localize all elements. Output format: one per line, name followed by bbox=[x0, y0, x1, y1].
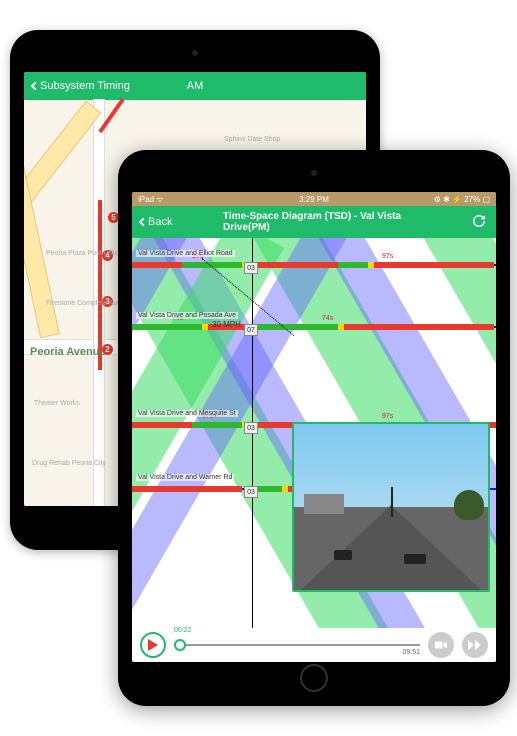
status-bar: iPad ᯤ 3:29 PM ⚙ ✱ ⚡ 27% ▢ bbox=[132, 192, 496, 206]
back-label: Subsystem Timing bbox=[40, 80, 130, 92]
scrubber-knob[interactable] bbox=[174, 639, 186, 651]
cycle-label: 97s bbox=[382, 413, 393, 420]
play-bar: 00:22 09:51 bbox=[132, 628, 496, 662]
status-time: 3:29 PM bbox=[299, 195, 329, 204]
time-current: 00:22 bbox=[174, 627, 192, 634]
status-left: iPad ᯤ bbox=[138, 194, 164, 205]
skip-button[interactable] bbox=[462, 632, 488, 658]
chevron-left-icon bbox=[31, 82, 39, 90]
back-button[interactable]: Back bbox=[140, 216, 172, 228]
avenue-label: Peoria Avenue bbox=[30, 346, 106, 358]
tsd-chart[interactable]: 30 MPH Val Vista Drive and Elliot Road 0… bbox=[132, 238, 496, 628]
camera-icon bbox=[311, 170, 317, 176]
phase-box: 03 bbox=[244, 262, 258, 274]
status-right: ⚙ ✱ ⚡ 27% ▢ bbox=[434, 195, 490, 204]
front-screen: iPad ᯤ 3:29 PM ⚙ ✱ ⚡ 27% ▢ Back Time-Spa… bbox=[132, 192, 496, 662]
play-button[interactable] bbox=[140, 632, 166, 658]
intersection-row: Val Vista Drive and Elliot Road 03 97s 9… bbox=[132, 262, 496, 282]
chevron-left-icon bbox=[139, 218, 147, 226]
phase-box: 03 bbox=[244, 486, 258, 498]
page-title: Time-Space Diagram (TSD) - Val Vista Dri… bbox=[223, 211, 405, 233]
signal-badge[interactable]: 2 bbox=[102, 344, 113, 355]
intersection-label: Val Vista Drive and Elliot Road bbox=[136, 250, 235, 257]
back-title: AM bbox=[187, 80, 204, 92]
refresh-icon bbox=[472, 214, 486, 228]
home-button[interactable] bbox=[300, 664, 328, 692]
phase-box: 03 bbox=[244, 422, 258, 434]
map-highway bbox=[24, 79, 59, 337]
back-button[interactable]: Subsystem Timing bbox=[32, 80, 130, 92]
intersection-label: Val Vista Drive and Posada Ave bbox=[136, 312, 238, 319]
poi-label: Peoria Plaza Post Office bbox=[46, 250, 122, 258]
intersection-label: Val Vista Drive and Mesquite St bbox=[136, 410, 238, 417]
intersection-label: Val Vista Drive and Warner Rd bbox=[136, 474, 234, 481]
play-icon bbox=[148, 639, 158, 651]
phase-box: 07 bbox=[244, 324, 258, 336]
tablet-front: iPad ᯤ 3:29 PM ⚙ ✱ ⚡ 27% ▢ Back Time-Spa… bbox=[118, 150, 510, 706]
cycle-label: 74s bbox=[322, 315, 333, 322]
cycle-label: 97s bbox=[382, 253, 393, 260]
video-thumbnail[interactable] bbox=[292, 422, 490, 592]
speed-label: 30 MPH bbox=[212, 320, 241, 329]
camera-toggle-button[interactable] bbox=[428, 632, 454, 658]
map-corridor bbox=[98, 200, 102, 370]
poi-label: Theater Works bbox=[34, 400, 80, 408]
intersection-row: Val Vista Drive and Posada Ave 07 74s 74… bbox=[132, 324, 496, 344]
poi-label: Drug Rehab Peoria City bbox=[32, 460, 106, 468]
refresh-button[interactable] bbox=[472, 214, 486, 231]
camera-icon bbox=[192, 50, 198, 56]
forward-icon bbox=[468, 639, 482, 651]
scrubber[interactable]: 00:22 09:51 bbox=[174, 635, 420, 655]
video-icon bbox=[435, 640, 447, 650]
back-label: Back bbox=[148, 216, 172, 228]
back-navbar: Subsystem Timing AM bbox=[24, 72, 366, 100]
time-duration: 09:51 bbox=[402, 649, 420, 656]
front-navbar: Back Time-Space Diagram (TSD) - Val Vist… bbox=[132, 206, 496, 238]
poi-label: Sphinx Date Shop bbox=[224, 136, 280, 144]
